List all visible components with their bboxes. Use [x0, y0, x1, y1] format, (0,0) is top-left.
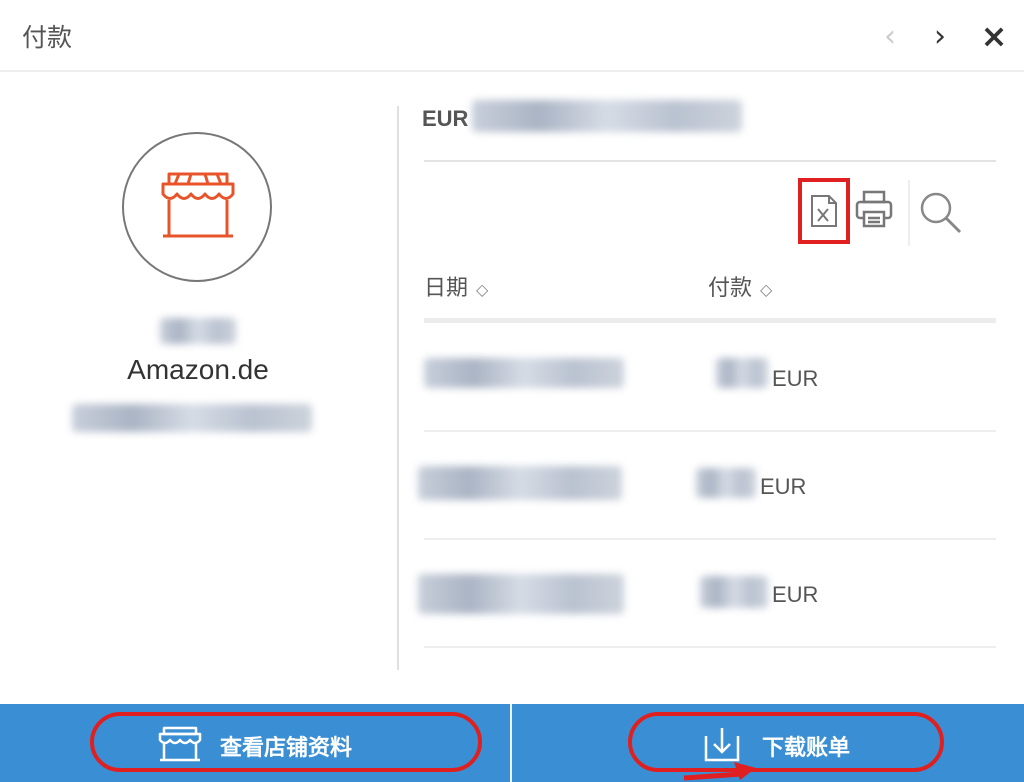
- store-avatar: [122, 132, 272, 282]
- table-row[interactable]: EUR: [418, 540, 996, 648]
- table-header-divider: [424, 318, 996, 323]
- balance-amount-blurred: [472, 100, 742, 132]
- search-button[interactable]: [918, 190, 964, 236]
- store-subtitle-blurred: [160, 318, 236, 344]
- view-store-button[interactable]: 查看店铺资料: [90, 712, 482, 772]
- store-panel: Amazon.de: [0, 74, 396, 704]
- next-icon[interactable]: ›: [926, 22, 954, 54]
- row-date-blurred: [418, 466, 622, 500]
- row-currency: EUR: [760, 474, 807, 499]
- table-row[interactable]: EUR: [424, 324, 996, 432]
- column-header-payment-label: 付款: [708, 276, 753, 301]
- search-icon: [920, 192, 962, 234]
- row-date-blurred: [424, 358, 624, 388]
- action-bar-divider: [510, 704, 512, 782]
- table-row[interactable]: EUR: [418, 432, 996, 540]
- dialog-header: 付款 ‹ › ×: [0, 0, 1024, 72]
- download-statement-label: 下载账单: [762, 736, 851, 761]
- balance-currency: EUR: [422, 106, 469, 131]
- store-name: Amazon.de: [127, 354, 269, 385]
- row-currency: EUR: [772, 366, 819, 391]
- row-currency: EUR: [772, 582, 819, 607]
- storefront-icon: [158, 726, 202, 762]
- view-store-label: 查看店铺资料: [220, 736, 353, 761]
- print-button[interactable]: [854, 188, 894, 232]
- panel-divider: [397, 106, 399, 670]
- storefront-icon: [161, 172, 235, 238]
- annotation-arrow-icon: [683, 762, 756, 781]
- dialog-title: 付款: [22, 23, 73, 52]
- column-header-payment[interactable]: 付款 ◇: [708, 270, 772, 302]
- prev-icon[interactable]: ‹: [876, 22, 904, 54]
- sort-icon: ◇: [476, 280, 489, 299]
- balance-divider: [424, 160, 996, 162]
- sort-icon: ◇: [760, 280, 773, 299]
- excel-export-icon: [811, 195, 837, 227]
- toolbar-divider: [908, 180, 910, 246]
- row-amount-blurred: [716, 358, 768, 388]
- column-header-date[interactable]: 日期 ◇: [424, 270, 488, 302]
- action-bar: 查看店铺资料 下载账单: [0, 704, 1024, 782]
- store-info-blurred: [72, 404, 312, 432]
- column-header-date-label: 日期: [424, 276, 469, 301]
- close-icon[interactable]: ×: [978, 20, 1010, 54]
- row-amount-blurred: [700, 576, 768, 608]
- excel-export-button[interactable]: [798, 178, 850, 244]
- printer-icon: [855, 190, 893, 228]
- row-date-blurred: [418, 574, 624, 614]
- row-amount-blurred: [696, 468, 756, 498]
- download-statement-button[interactable]: 下载账单: [628, 712, 944, 772]
